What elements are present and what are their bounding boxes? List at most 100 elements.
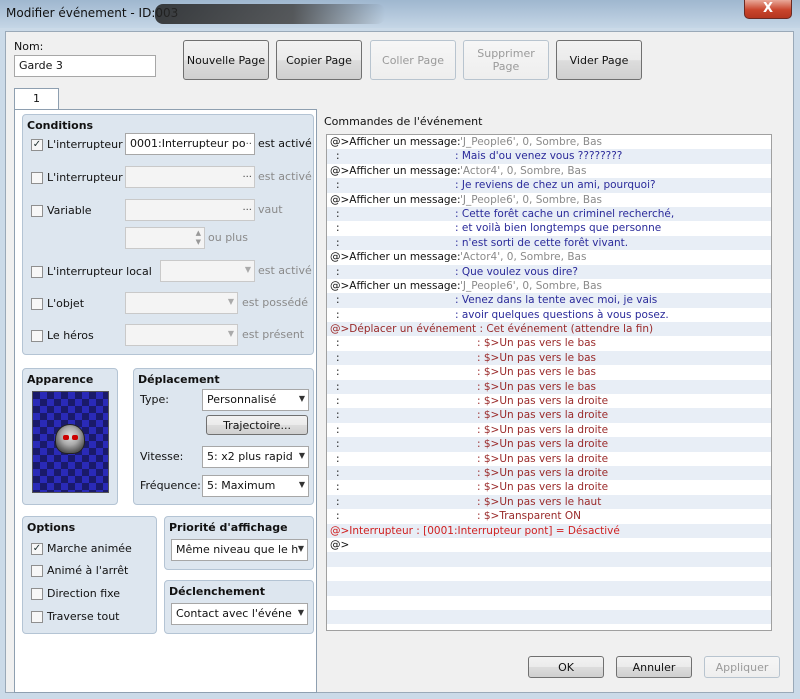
command-prefix: : <box>336 179 340 192</box>
command-line[interactable]: :: $>Un pas vers le haut <box>327 494 771 510</box>
command-line[interactable]: :: $>Transparent ON <box>327 509 771 523</box>
item-suffix: est possédé <box>242 296 308 309</box>
walk-anim-checkbox[interactable]: ✓ Marche animée <box>31 542 132 555</box>
command-line[interactable]: :: $>Un pas vers le bas <box>327 350 771 366</box>
self-switch-combo[interactable]: ▼ <box>160 260 255 282</box>
cancel-button[interactable]: Annuler <box>616 656 692 678</box>
command-detail: : n'est sorti de cette forêt vivant. <box>455 236 629 249</box>
apply-button[interactable]: Appliquer <box>704 656 780 678</box>
command-detail: 'Actor4', 0, Sombre, Bas <box>460 164 587 177</box>
ellipsis-icon[interactable]: ... <box>242 202 252 213</box>
actor-checkbox[interactable]: Le héros <box>31 329 94 342</box>
command-line[interactable]: :: avoir quelques questions à vous posez… <box>327 308 771 322</box>
chevron-down-icon: ▼ <box>244 265 251 274</box>
command-prefix: @>Afficher un message: <box>330 279 461 292</box>
trigger-group: Déclenchement Contact avec l'événe ▼ <box>164 580 314 634</box>
command-line[interactable]: :: Venez dans la tente avec moi, je vais <box>327 293 771 308</box>
move-type-combo[interactable]: Personnalisé ▼ <box>202 389 309 411</box>
actor-suffix: est présent <box>242 328 305 341</box>
variable-checkbox[interactable]: Variable <box>31 204 92 217</box>
close-button[interactable]: X <box>744 0 792 19</box>
chevron-down-icon: ▼ <box>227 329 234 338</box>
command-line[interactable]: :: Je reviens de chez un ami, pourquoi? <box>327 178 771 193</box>
variable-input[interactable]: ... <box>125 199 255 221</box>
command-line[interactable]: @>Interrupteur : [0001:Interrupteur pont… <box>327 523 771 538</box>
self-switch-checkbox[interactable]: L'interrupteur local <box>31 265 152 278</box>
new-page-button[interactable]: Nouvelle Page <box>183 40 269 80</box>
priority-combo[interactable]: Même niveau que le h ▼ <box>171 539 308 561</box>
command-line[interactable]: @>Déplacer un événement : Cet événement … <box>327 322 771 337</box>
switch1-input[interactable]: 0001:Interrupteur po... <box>125 133 255 155</box>
character-sprite[interactable] <box>32 391 109 493</box>
command-line[interactable]: :: $>Un pas vers la droite <box>327 408 771 423</box>
item-combo[interactable]: ▼ <box>125 292 238 314</box>
ellipsis-icon[interactable]: ... <box>242 136 252 147</box>
command-line[interactable]: :: Cette forêt cache un criminel recherc… <box>327 206 771 222</box>
command-prefix: : <box>336 395 340 408</box>
command-line[interactable]: : : $>Un pas vers le bas <box>327 379 771 395</box>
route-button[interactable]: Trajectoire... <box>206 415 308 435</box>
ok-button[interactable]: OK <box>528 656 604 678</box>
step-anim-checkbox[interactable]: Animé à l'arrêt <box>31 564 128 577</box>
variable-suffix2: ou plus <box>208 231 248 244</box>
paste-page-button[interactable]: Coller Page <box>370 40 456 80</box>
command-line[interactable]: :: $>Un pas vers le bas <box>327 365 771 379</box>
command-detail: : $>Un pas vers le bas <box>477 380 597 393</box>
through-checkbox[interactable]: Traverse tout <box>31 610 120 623</box>
name-input[interactable]: Garde 3 <box>14 55 156 77</box>
command-line[interactable] <box>327 581 771 596</box>
command-line[interactable]: :: $>Un pas vers la droite <box>327 423 771 437</box>
command-detail: : $>Un pas vers la droite <box>477 438 609 451</box>
command-line[interactable]: :: $>Un pas vers la droite <box>327 452 771 466</box>
trigger-combo[interactable]: Contact avec l'événe ▼ <box>171 603 308 625</box>
command-detail: : Que voulez vous dire? <box>455 265 578 278</box>
trigger-title: Déclenchement <box>169 585 265 598</box>
command-line[interactable]: :: $>Un pas vers la droite <box>327 437 771 452</box>
direction-fix-checkbox[interactable]: Direction fixe <box>31 587 120 600</box>
variable-value-spinner[interactable]: ▲ ▼ <box>125 227 205 249</box>
speed-combo[interactable]: 5: x2 plus rapid ▼ <box>202 446 309 468</box>
clear-page-button[interactable]: Vider Page <box>556 40 642 80</box>
switch2-checkbox[interactable]: L'interrupteur <box>31 171 123 184</box>
self-switch-suffix: est activé <box>258 264 312 277</box>
switch1-checkbox[interactable]: ✓ L'interrupteur <box>31 138 123 151</box>
spinner-arrows-icon[interactable]: ▲ ▼ <box>196 229 201 247</box>
command-line[interactable]: @>Afficher un message: 'J_People6', 0, So… <box>327 135 771 149</box>
command-line[interactable]: :: et voilà bien longtemps que personne <box>327 221 771 235</box>
ellipsis-icon[interactable]: ... <box>242 169 252 180</box>
frequency-combo[interactable]: 5: Maximum ▼ <box>202 475 309 497</box>
item-checkbox[interactable]: L'objet <box>31 297 84 310</box>
command-prefix: : <box>336 466 340 479</box>
command-line[interactable]: @> <box>327 538 771 552</box>
command-line[interactable]: @>Afficher un message: 'Actor4', 0, Sombr… <box>327 164 771 178</box>
delete-page-button[interactable]: Supprimer Page <box>463 40 549 80</box>
tab-page-1[interactable]: 1 <box>14 88 59 110</box>
command-list[interactable]: @>Afficher un message: 'J_People6', 0, So… <box>326 134 772 631</box>
command-line[interactable] <box>327 567 771 581</box>
command-line[interactable]: :: $>Un pas vers le bas <box>327 336 771 350</box>
command-line[interactable] <box>327 609 771 625</box>
command-line[interactable]: :: $>Un pas vers la droite <box>327 480 771 494</box>
copy-page-button[interactable]: Copier Page <box>276 40 362 80</box>
command-prefix: : <box>336 380 340 393</box>
command-line[interactable]: @>Afficher un message: 'J_People6', 0, So… <box>327 193 771 207</box>
command-prefix: @>Déplacer un événement : Cet événement … <box>330 323 654 336</box>
command-line[interactable] <box>327 552 771 567</box>
blurred-region <box>155 4 385 24</box>
command-line[interactable] <box>327 596 771 610</box>
command-prefix: : <box>336 452 340 465</box>
command-prefix: @>Afficher un message: <box>330 164 461 177</box>
type-label: Type: <box>140 393 169 406</box>
actor-combo[interactable]: ▼ <box>125 324 238 346</box>
command-prefix: : <box>336 222 340 235</box>
command-line[interactable]: @>Afficher un message: 'Actor4', 0, Sombr… <box>327 250 771 264</box>
switch1-suffix: est activé <box>258 137 312 150</box>
command-line[interactable]: @>Afficher un message: 'J_People6', 0, So… <box>327 279 771 293</box>
command-line[interactable]: :: Mais d'ou venez vous ???????? <box>327 149 771 164</box>
command-line[interactable]: :: $>Un pas vers la droite <box>327 394 771 408</box>
command-line[interactable]: :: $>Un pas vers la droite <box>327 465 771 481</box>
command-line[interactable]: :: Que voulez vous dire? <box>327 264 771 279</box>
command-line[interactable]: :: n'est sorti de cette forêt vivant. <box>327 235 771 251</box>
title-bar: Modifier événement - ID:003 <box>0 0 800 28</box>
switch2-input[interactable]: ... <box>125 166 255 188</box>
